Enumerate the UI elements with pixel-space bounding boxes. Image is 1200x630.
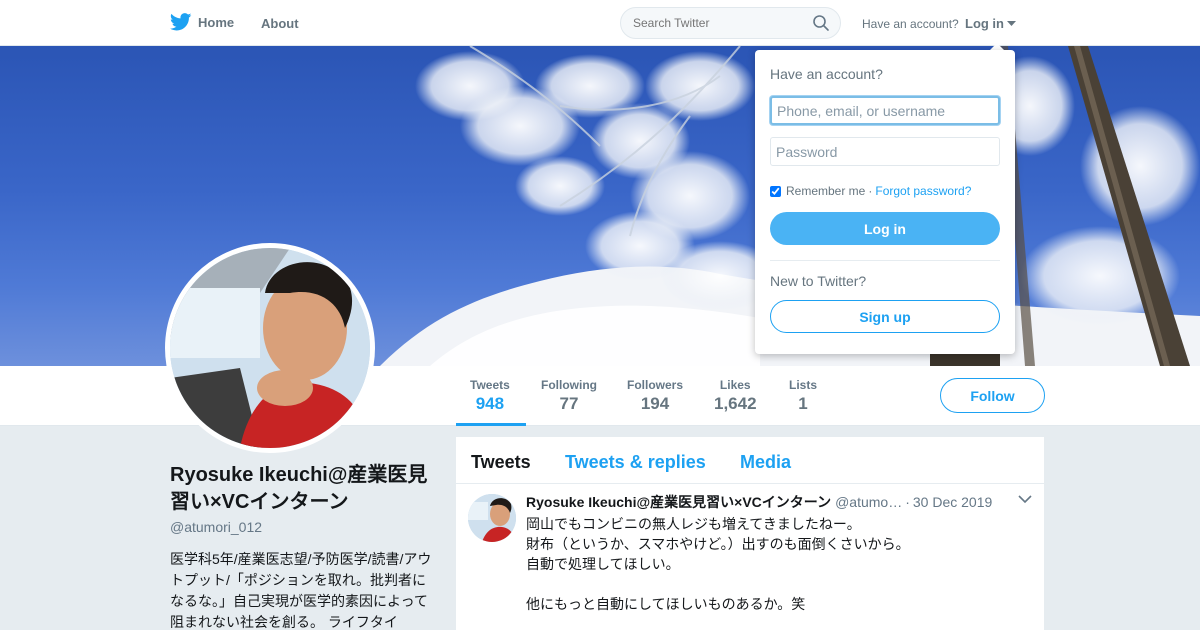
stat-label: Followers bbox=[627, 378, 684, 392]
top-navigation-bar: Home About Have an account? Log in bbox=[0, 0, 1200, 46]
tweet-author-name[interactable]: Ryosuke Ikeuchi@産業医見習い×VCインターン bbox=[526, 494, 831, 510]
login-dropdown-toggle[interactable]: Log in bbox=[965, 16, 1016, 31]
stat-value: 194 bbox=[640, 394, 670, 413]
tab-tweets[interactable]: Tweets bbox=[471, 452, 531, 473]
tab-media[interactable]: Media bbox=[740, 452, 791, 473]
nav-home-link[interactable]: Home bbox=[170, 13, 234, 31]
username-field[interactable] bbox=[770, 96, 1000, 125]
stat-label: Likes bbox=[719, 378, 751, 392]
login-button[interactable]: Log in bbox=[770, 212, 1000, 245]
stat-likes[interactable]: Likes 1,642 bbox=[714, 378, 757, 414]
caret-down-icon bbox=[1007, 20, 1016, 26]
timeline-tabs: Tweets Tweets & replies Media bbox=[456, 437, 1044, 484]
stat-tweets[interactable]: Tweets 948 bbox=[470, 378, 510, 414]
active-tab-indicator bbox=[456, 423, 526, 426]
stat-following[interactable]: Following 77 bbox=[541, 378, 597, 414]
profile-avatar[interactable] bbox=[165, 243, 375, 453]
new-to-twitter-text: New to Twitter? bbox=[770, 273, 867, 289]
tweet-avatar[interactable] bbox=[468, 494, 516, 542]
avatar-photo-illustration bbox=[170, 248, 370, 448]
tweet-date[interactable]: 30 Dec 2019 bbox=[913, 494, 992, 510]
tab-tweets-and-replies[interactable]: Tweets & replies bbox=[565, 452, 706, 473]
stat-value: 1,642 bbox=[714, 394, 757, 413]
nav-home-label: Home bbox=[198, 14, 235, 30]
login-dropdown: Have an account? Remember me · Forgot pa… bbox=[755, 50, 1015, 354]
profile-bio: 医学科5年/産業医志望/予防医学/読書/アウトプット/「ポジションを取れ。批判者… bbox=[170, 551, 432, 630]
remember-me-label[interactable]: Remember me bbox=[786, 184, 865, 198]
search-box[interactable] bbox=[620, 7, 841, 39]
stat-value: 77 bbox=[559, 394, 579, 413]
stat-value: 1 bbox=[798, 394, 808, 413]
forgot-password-link[interactable]: Forgot password? bbox=[875, 184, 971, 198]
tweet-text-line: 自動で処理してほしい。 bbox=[526, 556, 680, 572]
tweet-avatar-illustration bbox=[468, 494, 516, 542]
signup-button[interactable]: Sign up bbox=[770, 300, 1000, 333]
remember-me-checkbox[interactable] bbox=[770, 185, 781, 197]
stat-label: Tweets bbox=[470, 378, 510, 392]
dropdown-divider bbox=[770, 260, 1000, 261]
tweet-text-line: 岡山でもコンビニの無人レジも増えてきましたねー。 bbox=[526, 516, 861, 532]
tweet-text-line bbox=[526, 574, 1026, 594]
stat-label: Following bbox=[541, 378, 597, 392]
profile-name[interactable]: Ryosuke Ikeuchi@産業医見習い×VCインターン bbox=[170, 462, 440, 516]
tweet-author-handle[interactable]: @atumo… bbox=[835, 494, 902, 510]
tweet-text-line: 財布（というか、スマホやけど。）出すのも面倒くさいから。 bbox=[526, 536, 910, 552]
tweet-separator: · bbox=[905, 494, 910, 510]
stat-value: 948 bbox=[475, 394, 505, 413]
profile-handle[interactable]: @atumori_012 bbox=[170, 519, 262, 535]
tweet-item[interactable]: Ryosuke Ikeuchi@産業医見習い×VCインターン @atumo… · 30… bbox=[456, 484, 1044, 630]
tweet-header: Ryosuke Ikeuchi@産業医見習い×VCインターン @atumo… · 30… bbox=[526, 492, 992, 512]
tweet-text: 岡山でもコンビニの無人レジも増えてきましたねー。 財布（というか、スマホやけど。… bbox=[526, 514, 1026, 614]
stat-label: Lists bbox=[789, 378, 818, 392]
search-icon[interactable] bbox=[812, 14, 830, 32]
chevron-down-icon[interactable] bbox=[1018, 494, 1032, 504]
have-account-text: Have an account? bbox=[862, 17, 959, 31]
twitter-bird-icon bbox=[170, 13, 192, 31]
remember-me-row: Remember me · Forgot password? bbox=[770, 184, 971, 198]
nav-about-link[interactable]: About bbox=[261, 16, 299, 31]
stat-lists[interactable]: Lists 1 bbox=[789, 378, 817, 414]
password-field[interactable] bbox=[770, 137, 1000, 166]
follow-button[interactable]: Follow bbox=[940, 378, 1045, 413]
login-link-label: Log in bbox=[965, 16, 1004, 31]
stat-followers[interactable]: Followers 194 bbox=[627, 378, 683, 414]
separator-dot: · bbox=[868, 184, 873, 198]
timeline: Tweets Tweets & replies Media Ryosuke Ik… bbox=[456, 437, 1044, 630]
search-input[interactable] bbox=[633, 16, 803, 30]
tweet-text-line: 他にもっと自動にしてほしいものあるか。笑 bbox=[526, 596, 806, 612]
dropdown-title: Have an account? bbox=[770, 66, 883, 82]
